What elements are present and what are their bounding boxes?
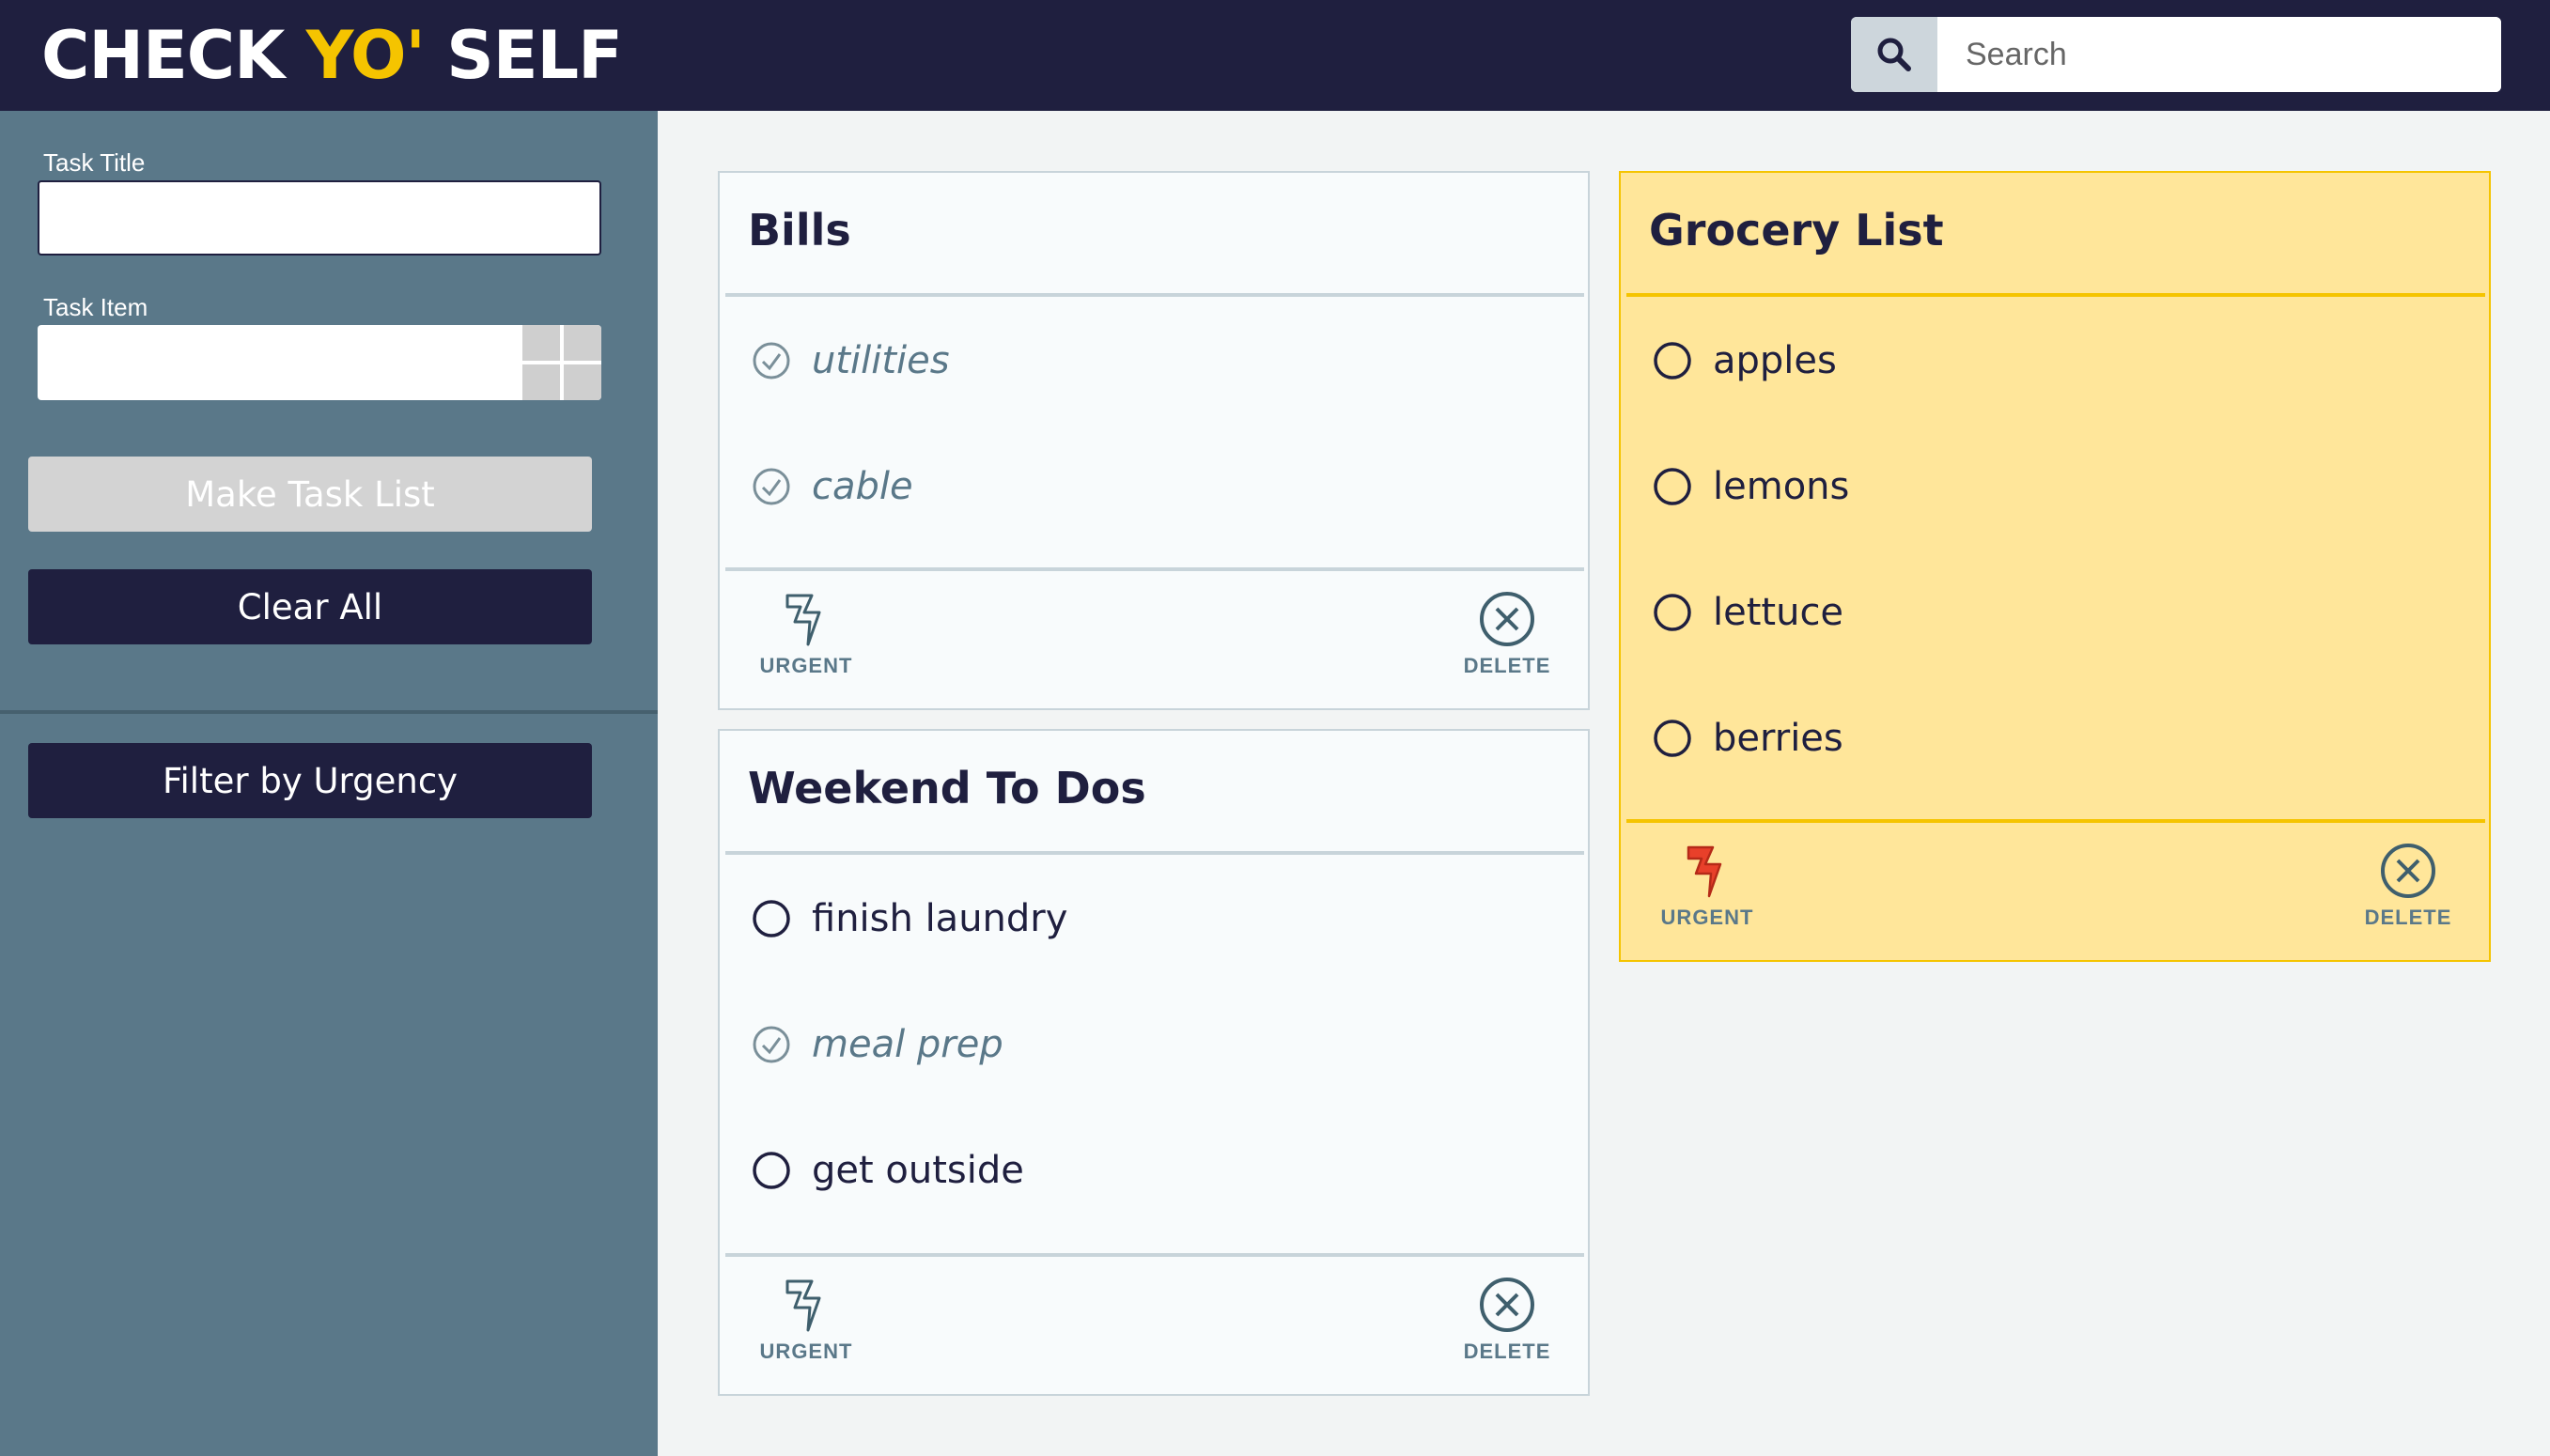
delete-circle-x-icon xyxy=(2381,844,2435,898)
urgent-label: URGENT xyxy=(759,1340,853,1363)
task-item[interactable]: finish laundry xyxy=(752,891,1067,947)
unchecked-circle-icon[interactable] xyxy=(1653,593,1692,632)
card-title: Grocery List xyxy=(1649,205,1944,256)
delete-circle-x-icon xyxy=(1480,1278,1534,1332)
search-button[interactable] xyxy=(1851,17,1937,92)
filter-urgency-button[interactable]: Filter by Urgency xyxy=(28,743,592,818)
task-item-text: lemons xyxy=(1713,465,1850,508)
task-card-bills: Bills utilities cable URGENT DELETE xyxy=(718,171,1590,710)
lightning-icon xyxy=(785,594,821,646)
unchecked-circle-icon[interactable] xyxy=(752,1151,791,1190)
logo-text-1: CHECK xyxy=(41,17,306,94)
task-item-text: berries xyxy=(1713,717,1843,760)
add-item-button[interactable] xyxy=(522,325,601,400)
logo-text-2: SELF xyxy=(424,17,623,94)
task-item-text: apples xyxy=(1713,339,1837,382)
card-divider xyxy=(725,567,1584,571)
sidebar-divider xyxy=(0,710,658,714)
checked-circle-icon[interactable] xyxy=(752,1025,791,1064)
delete-button[interactable]: DELETE xyxy=(1451,1276,1563,1364)
search-icon xyxy=(1877,38,1911,71)
card-divider xyxy=(1626,293,2485,297)
checked-circle-icon[interactable] xyxy=(752,341,791,380)
card-divider xyxy=(725,851,1584,855)
task-item[interactable]: lettuce xyxy=(1653,584,1843,641)
task-item-text: finish laundry xyxy=(812,897,1068,940)
task-item[interactable]: cable xyxy=(752,458,913,515)
lightning-icon xyxy=(785,1279,821,1332)
search-input[interactable] xyxy=(1937,17,2501,92)
search-bar xyxy=(1851,17,2501,92)
task-item[interactable]: meal prep xyxy=(752,1016,1003,1073)
task-item-label: Task Item xyxy=(43,293,148,321)
unchecked-circle-icon[interactable] xyxy=(1653,719,1692,758)
task-item-input[interactable] xyxy=(38,325,601,400)
lightning-icon-active xyxy=(1687,845,1722,898)
checked-circle-icon[interactable] xyxy=(752,467,791,506)
urgent-label: URGENT xyxy=(759,654,853,677)
delete-circle-x-icon xyxy=(1480,592,1534,646)
app-header: CHECK YO' SELF xyxy=(0,0,2550,111)
delete-label: DELETE xyxy=(2364,906,2452,929)
clear-all-button[interactable]: Clear All xyxy=(28,569,592,644)
logo-text-accent: YO' xyxy=(305,17,426,94)
task-item[interactable]: get outside xyxy=(752,1142,1024,1199)
task-item-text: meal prep xyxy=(812,1023,1003,1066)
task-title-label: Task Title xyxy=(43,148,146,177)
task-item-text: utilities xyxy=(812,339,950,382)
task-item-text: lettuce xyxy=(1713,591,1844,634)
delete-button[interactable]: DELETE xyxy=(1451,590,1563,678)
card-divider xyxy=(725,1253,1584,1257)
card-title: Weekend To Dos xyxy=(748,763,1146,813)
task-item-text: get outside xyxy=(812,1149,1024,1192)
task-item[interactable]: utilities xyxy=(752,333,950,389)
card-divider xyxy=(1626,819,2485,823)
urgent-button[interactable]: URGENT xyxy=(750,1276,863,1364)
task-card-grocery: Grocery List apples lemons lettuce berri… xyxy=(1619,171,2491,962)
urgent-button[interactable]: URGENT xyxy=(750,590,863,678)
urgent-label: URGENT xyxy=(1660,906,1754,929)
task-item[interactable]: lemons xyxy=(1653,458,1849,515)
unchecked-circle-icon[interactable] xyxy=(1653,467,1692,506)
unchecked-circle-icon[interactable] xyxy=(1653,341,1692,380)
urgent-button-active[interactable]: URGENT xyxy=(1651,842,1764,930)
task-card-weekend: Weekend To Dos finish laundry meal prep … xyxy=(718,729,1590,1396)
make-task-list-button[interactable]: Make Task List xyxy=(28,457,592,532)
app-logo: CHECK YO' SELF xyxy=(41,17,623,94)
unchecked-circle-icon[interactable] xyxy=(752,899,791,938)
card-divider xyxy=(725,293,1584,297)
task-title-input[interactable] xyxy=(38,180,601,256)
task-item[interactable]: apples xyxy=(1653,333,1837,389)
delete-button[interactable]: DELETE xyxy=(2352,842,2464,930)
card-title: Bills xyxy=(748,205,851,256)
delete-label: DELETE xyxy=(1463,654,1551,677)
sidebar: Task Title Task Item Make Task List Clea… xyxy=(0,111,658,1456)
task-item[interactable]: berries xyxy=(1653,710,1843,767)
delete-label: DELETE xyxy=(1463,1340,1551,1363)
task-item-text: cable xyxy=(812,465,913,508)
